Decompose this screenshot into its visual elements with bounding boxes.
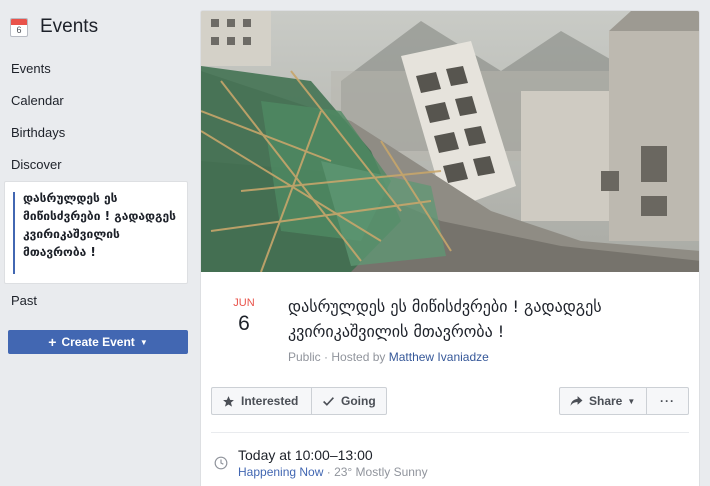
happening-now-link[interactable]: Happening Now: [238, 465, 323, 479]
left-sidebar: 6 Events Events Calendar Birthdays Disco…: [0, 0, 196, 486]
event-weather: 23° Mostly Sunny: [334, 465, 428, 479]
event-title: დასრულდეს ეს მიწისძვრები ! გადადგეს კვირ…: [288, 297, 602, 341]
event-day: 6: [238, 312, 250, 335]
calendar-icon: 6: [10, 17, 28, 37]
selected-event-label: დასრულდეს ეს მიწისძვრები ! გადადგეს კვირ…: [23, 191, 176, 259]
event-host-link[interactable]: Matthew Ivaniadze: [389, 350, 489, 364]
event-date: JUN 6: [229, 297, 259, 336]
checkmark-icon: [323, 396, 334, 406]
hosted-by-prefix: Hosted by: [331, 350, 386, 364]
interested-button[interactable]: Interested: [211, 387, 311, 415]
plus-icon: +: [48, 334, 57, 350]
create-event-button[interactable]: + Create Event ▼: [8, 330, 188, 354]
caret-down-icon: ▼: [627, 396, 636, 406]
status-separator: ·: [326, 465, 335, 479]
selected-indicator: [13, 192, 15, 274]
share-button[interactable]: Share ▼: [559, 387, 647, 415]
create-event-label: Create Event: [61, 335, 135, 349]
caret-down-icon: ▼: [139, 337, 148, 347]
sidebar-item-events[interactable]: Events: [11, 61, 51, 76]
share-arrow-icon: [570, 396, 583, 406]
event-privacy: Public: [288, 350, 321, 364]
event-time: Today at 10:00–13:00: [238, 447, 373, 463]
clock-icon: [214, 456, 228, 470]
sidebar-selected-event[interactable]: დასრულდეს ეს მიწისძვრები ! გადადგეს კვირ…: [4, 181, 188, 284]
more-options-button[interactable]: ···: [647, 387, 689, 415]
interested-label: Interested: [241, 394, 299, 408]
sidebar-item-past[interactable]: Past: [11, 293, 37, 308]
event-status: Happening Now · 23° Mostly Sunny: [238, 465, 428, 479]
event-month: JUN: [233, 297, 255, 309]
share-label: Share: [589, 394, 623, 408]
event-card: JUN 6 დასრულდეს ეს მიწისძვრები ! გადადგე…: [200, 10, 700, 486]
star-icon: [223, 395, 234, 407]
sidebar-item-calendar[interactable]: Calendar: [11, 93, 64, 108]
going-label: Going: [341, 394, 376, 408]
sidebar-header[interactable]: 6 Events: [10, 14, 98, 40]
going-button[interactable]: Going: [311, 387, 387, 415]
event-meta: Public · Hosted by Matthew Ivaniadze: [288, 350, 489, 364]
divider: [211, 432, 689, 433]
collapsed-buildings-image: [201, 11, 699, 272]
event-cover-photo[interactable]: [201, 11, 699, 272]
sidebar-item-discover[interactable]: Discover: [11, 157, 62, 172]
sidebar-title[interactable]: Events: [40, 16, 98, 38]
sidebar-item-birthdays[interactable]: Birthdays: [11, 125, 65, 140]
